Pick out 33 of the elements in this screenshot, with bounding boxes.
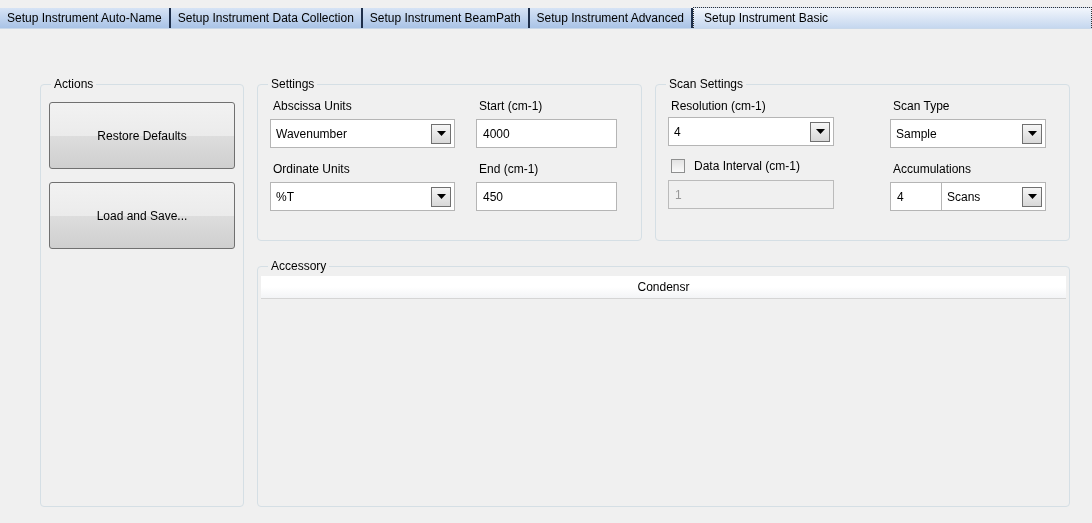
group-title: Scan Settings <box>666 76 747 92</box>
caret-icon <box>1027 131 1037 136</box>
tab[interactable]: Setup Instrument Basic <box>693 7 1092 28</box>
tab[interactable]: Setup Instrument Auto-Name <box>0 8 171 28</box>
dropdown[interactable]: Sample <box>890 119 1046 148</box>
text-field[interactable]: 450 <box>476 182 617 211</box>
field-label: Start (cm-1) <box>479 98 544 114</box>
caret-icon <box>436 194 446 199</box>
dropdown[interactable]: Scans <box>942 182 1046 211</box>
tab[interactable]: Setup Instrument BeamPath <box>362 8 530 28</box>
field-label: Ordinate Units <box>273 161 351 177</box>
caret-icon <box>436 131 446 136</box>
field-label: Scan Type <box>893 98 951 114</box>
text-field[interactable]: 4000 <box>476 119 617 148</box>
checkbox-label: Data Interval (cm-1) <box>694 158 801 175</box>
field-label: Abscissa Units <box>273 98 353 114</box>
number-field[interactable]: 4 <box>890 182 942 211</box>
field-label: Accumulations <box>893 161 973 177</box>
action-button[interactable]: Restore Defaults <box>49 102 235 169</box>
tab[interactable]: Setup Instrument Advanced <box>529 8 694 28</box>
column-header: Condensr <box>636 279 691 296</box>
group-title: Accessory <box>268 258 330 274</box>
dropdown[interactable]: %T <box>270 182 455 211</box>
field-label: End (cm-1) <box>479 161 540 177</box>
dropdown[interactable]: Wavenumber <box>270 119 455 148</box>
group-title: Settings <box>268 76 318 92</box>
field-label: Resolution (cm-1) <box>671 98 767 114</box>
caret-icon <box>1027 194 1037 199</box>
action-button[interactable]: Load and Save... <box>49 182 235 249</box>
checkbox[interactable] <box>671 159 685 173</box>
dropdown[interactable]: 4 <box>668 117 834 146</box>
tab[interactable]: Setup Instrument Data Collection <box>170 8 363 28</box>
caret-icon <box>815 129 825 134</box>
